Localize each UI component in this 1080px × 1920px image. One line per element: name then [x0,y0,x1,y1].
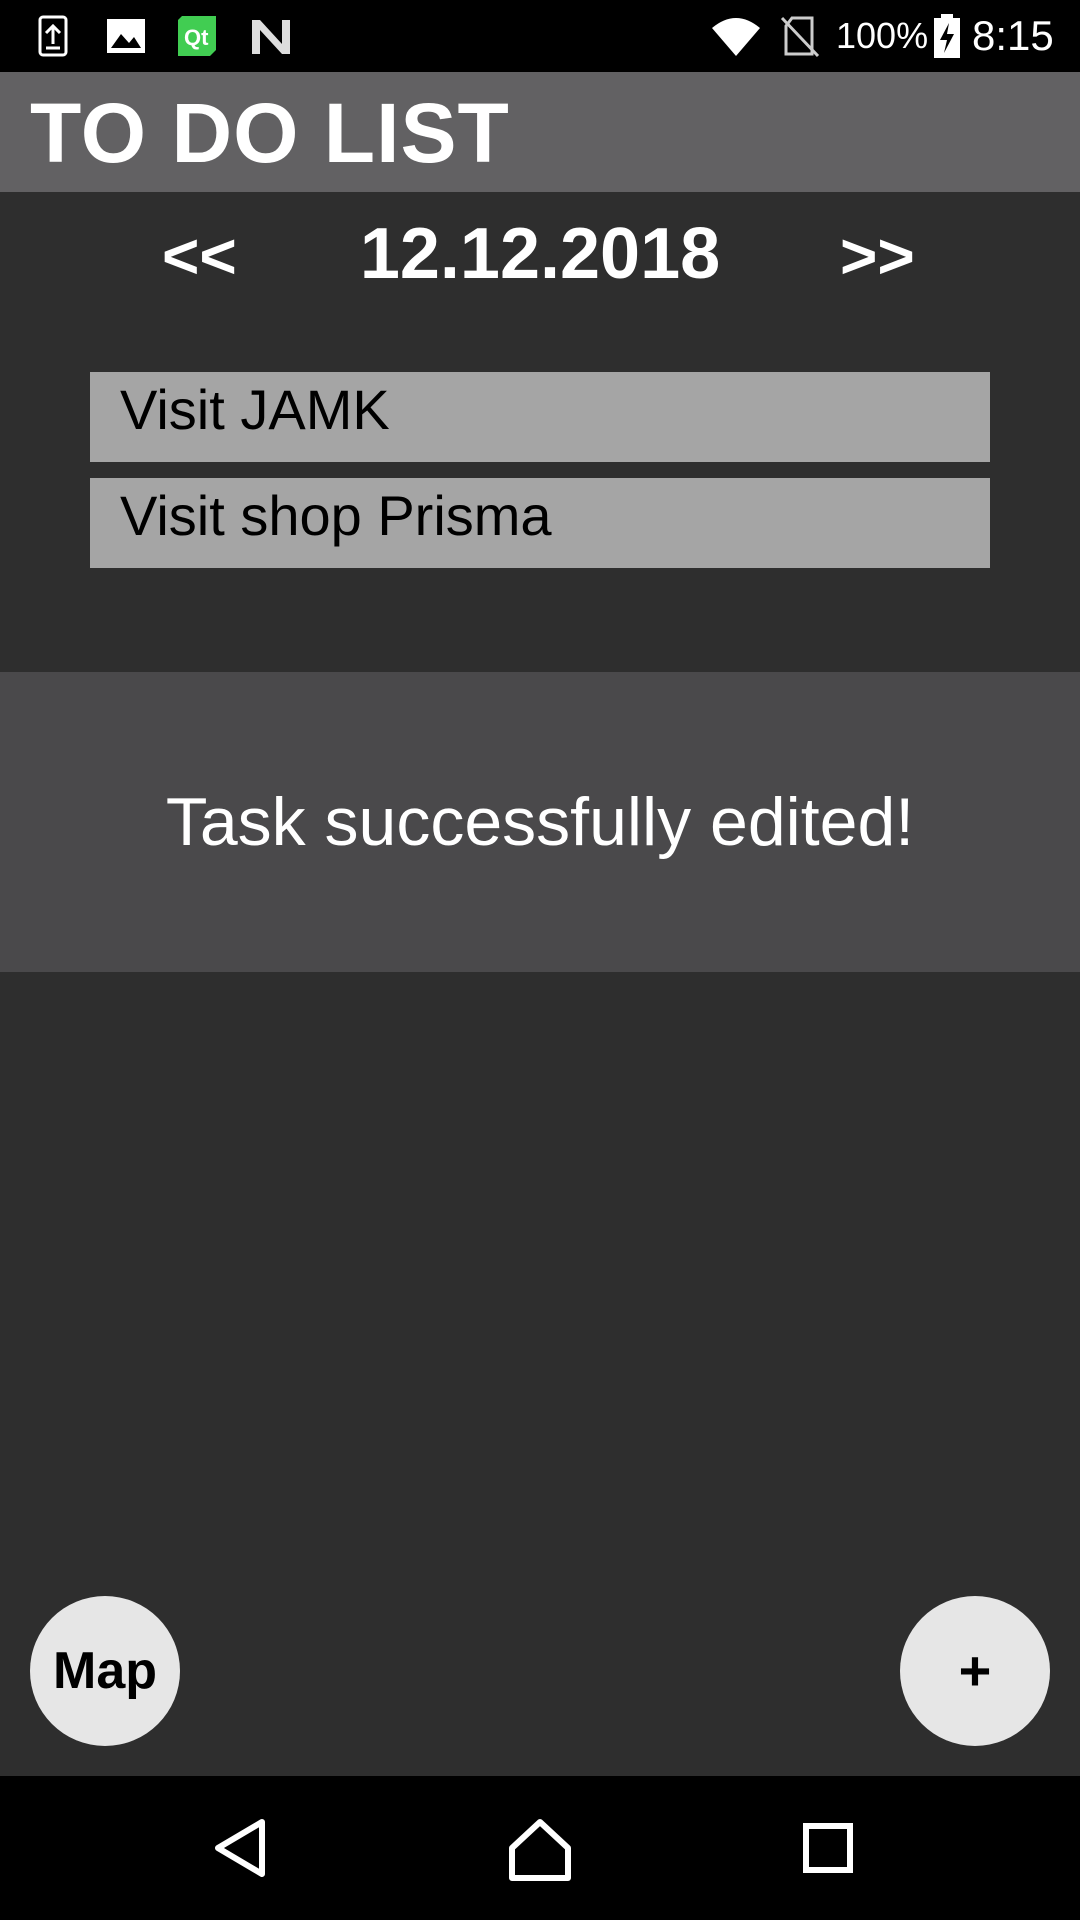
date-navigation: << 12.12.2018 >> [0,192,1080,312]
app-title: TO DO LIST [30,86,510,180]
navigation-bar [0,1776,1080,1920]
status-bar: Qt 100% 8:15 [0,0,1080,72]
app-bar: TO DO LIST [0,72,1080,192]
next-day-button[interactable]: >> [840,216,915,296]
screen: Qt 100% 8:15 TO DO LIST << 12.12.2018 >>… [0,0,1080,1920]
task-list: Visit JAMK Visit shop Prisma [90,372,990,584]
wifi-icon [710,14,762,58]
svg-text:Qt: Qt [184,25,209,50]
no-sim-icon [778,14,822,58]
toast-message: Task successfully edited! [0,672,1080,972]
task-label: Visit JAMK [120,378,390,441]
current-date: 12.12.2018 [359,214,721,294]
recents-icon[interactable] [792,1812,864,1884]
qt-icon: Qt [176,14,220,58]
task-label: Visit shop Prisma [120,484,552,547]
battery-charging-icon [932,14,962,58]
map-button[interactable]: Map [30,1596,180,1746]
battery-percent: 100% [836,15,929,56]
toast-text: Task successfully edited! [165,784,915,860]
home-icon[interactable] [504,1812,576,1884]
upload-icon [32,14,76,58]
clock: 8:15 [972,12,1054,59]
task-item[interactable]: Visit shop Prisma [90,478,990,568]
back-icon[interactable] [204,1812,276,1884]
n-icon [248,14,292,58]
task-item[interactable]: Visit JAMK [90,372,990,462]
add-task-button[interactable]: + [900,1596,1050,1746]
previous-day-button[interactable]: << [162,216,237,296]
image-icon [104,14,148,58]
